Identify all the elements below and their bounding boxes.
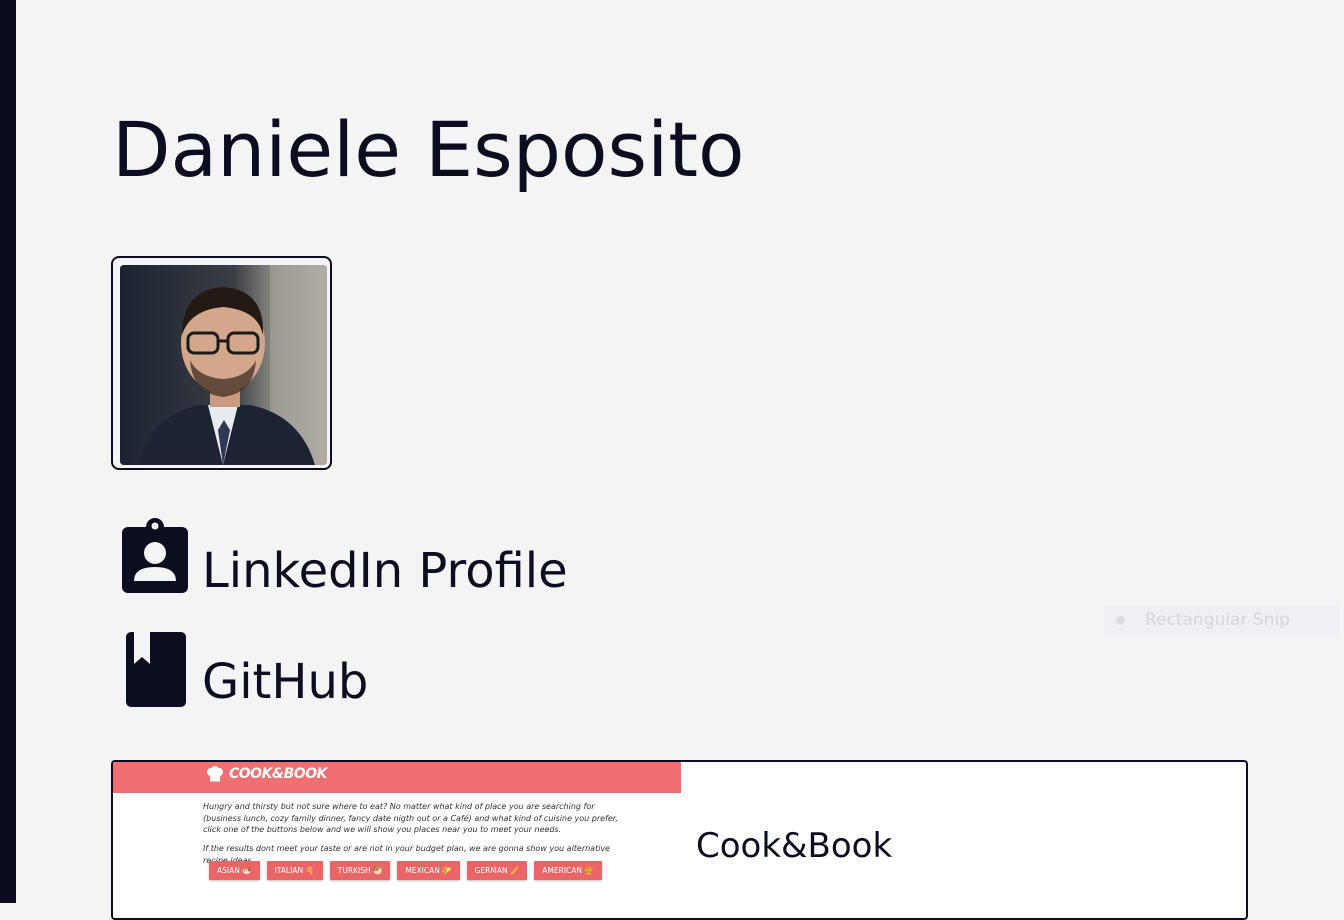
linkedin-link-label: LinkedIn Profile (202, 543, 568, 599)
book-bookmark-icon (126, 632, 186, 707)
chef-hat-icon (207, 766, 223, 782)
preview-logo-text: COOK&BOOK (229, 766, 327, 782)
preview-intro-text: Hungry and thirsty but not sure where to… (203, 802, 618, 834)
github-link-label: GitHub (202, 654, 369, 710)
left-edge-bar (0, 0, 16, 903)
preview-cuisine-button: TURKISH 🥙 (329, 861, 391, 880)
linkedin-profile-link[interactable]: LinkedIn Profile (120, 517, 568, 597)
snip-dot-icon (1116, 616, 1125, 625)
preview-cuisine-button: MEXICAN 🌮 (397, 861, 460, 880)
project-preview-image: COOK&BOOK Hungry and thirsty but not sur… (113, 762, 681, 918)
preview-cuisine-button: ASIAN 🍜 (209, 861, 260, 880)
preview-cuisine-buttons: ASIAN 🍜 ITALIAN 🍕 TURKISH 🥙 MEXICAN 🌮 GE… (209, 861, 602, 880)
snip-label: Rectangular Snip (1145, 610, 1290, 630)
preview-cuisine-button: ITALIAN 🍕 (266, 861, 323, 880)
snip-tooltip: Rectangular Snip (1104, 605, 1340, 636)
preview-cuisine-button: AMERICAN 🍔 (534, 861, 602, 880)
preview-header: COOK&BOOK (113, 762, 681, 793)
preview-cuisine-button: GERMAN 🥖 (466, 861, 528, 880)
profile-photo (120, 265, 327, 465)
profile-photo-frame (111, 256, 332, 470)
contact-badge-icon (122, 518, 188, 593)
preview-logo: COOK&BOOK (206, 766, 327, 782)
page-title: Daniele Esposito (112, 105, 745, 194)
github-link[interactable]: GitHub (120, 628, 368, 708)
project-title[interactable]: Cook&Book (696, 826, 892, 866)
project-card[interactable]: COOK&BOOK Hungry and thirsty but not sur… (111, 760, 1248, 920)
